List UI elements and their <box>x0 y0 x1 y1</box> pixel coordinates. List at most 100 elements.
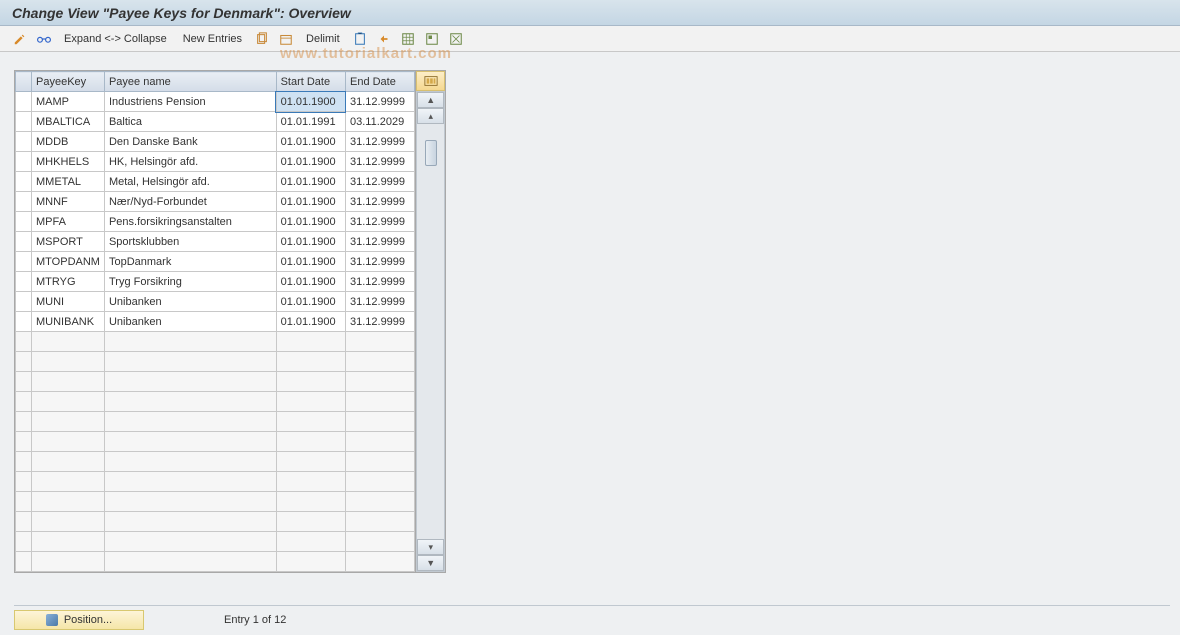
delete-icon[interactable] <box>350 30 370 48</box>
cell-empty[interactable] <box>276 392 345 412</box>
payee-table[interactable]: PayeeKey Payee name Start Date End Date … <box>15 71 415 572</box>
cell-key[interactable]: MMETAL <box>32 172 105 192</box>
cell-key[interactable]: MSPORT <box>32 232 105 252</box>
row-selector[interactable] <box>16 212 32 232</box>
scroll-down-icon[interactable]: ▼ <box>417 555 444 571</box>
table-row[interactable]: MSPORTSportsklubben01.01.190031.12.9999 <box>16 232 415 252</box>
cell-name[interactable]: Unibanken <box>104 312 276 332</box>
cell-empty[interactable] <box>104 472 276 492</box>
cell-empty[interactable] <box>276 512 345 532</box>
toggle-change-icon[interactable] <box>10 30 30 48</box>
cell-empty[interactable] <box>32 472 105 492</box>
cell-end[interactable]: 31.12.9999 <box>345 312 414 332</box>
table-row[interactable]: MDDBDen Danske Bank01.01.190031.12.9999 <box>16 132 415 152</box>
cell-end[interactable]: 31.12.9999 <box>345 212 414 232</box>
table-row-empty[interactable] <box>16 372 415 392</box>
cell-empty[interactable] <box>32 372 105 392</box>
cell-empty[interactable] <box>104 512 276 532</box>
cell-key[interactable]: MUNIBANK <box>32 312 105 332</box>
row-selector[interactable] <box>16 452 32 472</box>
table-row-empty[interactable] <box>16 332 415 352</box>
cell-empty[interactable] <box>32 512 105 532</box>
table-settings-icon[interactable] <box>416 71 445 91</box>
cell-start[interactable]: 01.01.1900 <box>276 292 345 312</box>
cell-start[interactable]: 01.01.1900 <box>276 152 345 172</box>
cell-empty[interactable] <box>104 372 276 392</box>
cell-empty[interactable] <box>345 372 414 392</box>
row-selector[interactable] <box>16 232 32 252</box>
cell-empty[interactable] <box>276 552 345 572</box>
cell-empty[interactable] <box>345 392 414 412</box>
cell-name[interactable]: TopDanmark <box>104 252 276 272</box>
cell-name[interactable]: Baltica <box>104 112 276 132</box>
cell-end[interactable]: 31.12.9999 <box>345 152 414 172</box>
scroll-up2-icon[interactable]: ▴ <box>417 108 444 124</box>
cell-empty[interactable] <box>276 352 345 372</box>
row-selector[interactable] <box>16 192 32 212</box>
cell-empty[interactable] <box>104 352 276 372</box>
undo-icon[interactable] <box>374 30 394 48</box>
cell-empty[interactable] <box>276 452 345 472</box>
table-row-empty[interactable] <box>16 492 415 512</box>
table-row[interactable]: MUNIUnibanken01.01.190031.12.9999 <box>16 292 415 312</box>
select-block-icon[interactable] <box>422 30 442 48</box>
cell-empty[interactable] <box>104 452 276 472</box>
cell-empty[interactable] <box>32 532 105 552</box>
cell-key[interactable]: MTOPDANM <box>32 252 105 272</box>
table-row[interactable]: MTRYGTryg Forsikring01.01.190031.12.9999 <box>16 272 415 292</box>
expand-collapse-button[interactable]: Expand <-> Collapse <box>58 31 173 47</box>
cell-start[interactable]: 01.01.1900 <box>276 232 345 252</box>
cell-empty[interactable] <box>345 452 414 472</box>
select-all-icon[interactable] <box>398 30 418 48</box>
row-selector[interactable] <box>16 372 32 392</box>
cell-empty[interactable] <box>32 452 105 472</box>
table-row[interactable]: MMETALMetal, Helsingör afd.01.01.190031.… <box>16 172 415 192</box>
cell-empty[interactable] <box>345 492 414 512</box>
cell-start[interactable]: 01.01.1900 <box>276 172 345 192</box>
row-selector[interactable] <box>16 512 32 532</box>
cell-start[interactable]: 01.01.1900 <box>276 252 345 272</box>
cell-end[interactable]: 31.12.9999 <box>345 292 414 312</box>
new-entries-button[interactable]: New Entries <box>177 31 248 47</box>
cell-name[interactable]: Den Danske Bank <box>104 132 276 152</box>
table-row-empty[interactable] <box>16 352 415 372</box>
cell-start[interactable]: 01.01.1900 <box>276 272 345 292</box>
row-selector[interactable] <box>16 152 32 172</box>
cell-empty[interactable] <box>32 352 105 372</box>
row-selector[interactable] <box>16 392 32 412</box>
row-selector[interactable] <box>16 412 32 432</box>
table-row-empty[interactable] <box>16 392 415 412</box>
row-selector[interactable] <box>16 292 32 312</box>
copy-icon[interactable] <box>252 30 272 48</box>
row-selector[interactable] <box>16 492 32 512</box>
cell-key[interactable]: MTRYG <box>32 272 105 292</box>
table-row[interactable]: MBALTICABaltica01.01.199103.11.2029 <box>16 112 415 132</box>
cell-empty[interactable] <box>276 332 345 352</box>
table-row[interactable]: MAMPIndustriens Pension01.01.190031.12.9… <box>16 92 415 112</box>
row-selector[interactable] <box>16 272 32 292</box>
cell-start[interactable]: 01.01.1900 <box>276 132 345 152</box>
cell-empty[interactable] <box>104 412 276 432</box>
col-header-name[interactable]: Payee name <box>104 72 276 92</box>
row-selector[interactable] <box>16 352 32 372</box>
cell-key[interactable]: MDDB <box>32 132 105 152</box>
row-selector[interactable] <box>16 252 32 272</box>
scroll-up-icon[interactable]: ▲ <box>417 92 444 108</box>
table-row-empty[interactable] <box>16 412 415 432</box>
cell-key[interactable]: MHKHELS <box>32 152 105 172</box>
cell-empty[interactable] <box>276 532 345 552</box>
row-selector[interactable] <box>16 172 32 192</box>
col-header-key[interactable]: PayeeKey <box>32 72 105 92</box>
cell-empty[interactable] <box>345 432 414 452</box>
row-selector[interactable] <box>16 312 32 332</box>
deselect-all-icon[interactable] <box>446 30 466 48</box>
table-row[interactable]: MHKHELSHK, Helsingör afd.01.01.190031.12… <box>16 152 415 172</box>
cell-empty[interactable] <box>276 472 345 492</box>
table-row-empty[interactable] <box>16 432 415 452</box>
cell-end[interactable]: 31.12.9999 <box>345 132 414 152</box>
cell-name[interactable]: Tryg Forsikring <box>104 272 276 292</box>
table-row-empty[interactable] <box>16 532 415 552</box>
cell-end[interactable]: 31.12.9999 <box>345 272 414 292</box>
table-row-empty[interactable] <box>16 552 415 572</box>
col-header-start[interactable]: Start Date <box>276 72 345 92</box>
